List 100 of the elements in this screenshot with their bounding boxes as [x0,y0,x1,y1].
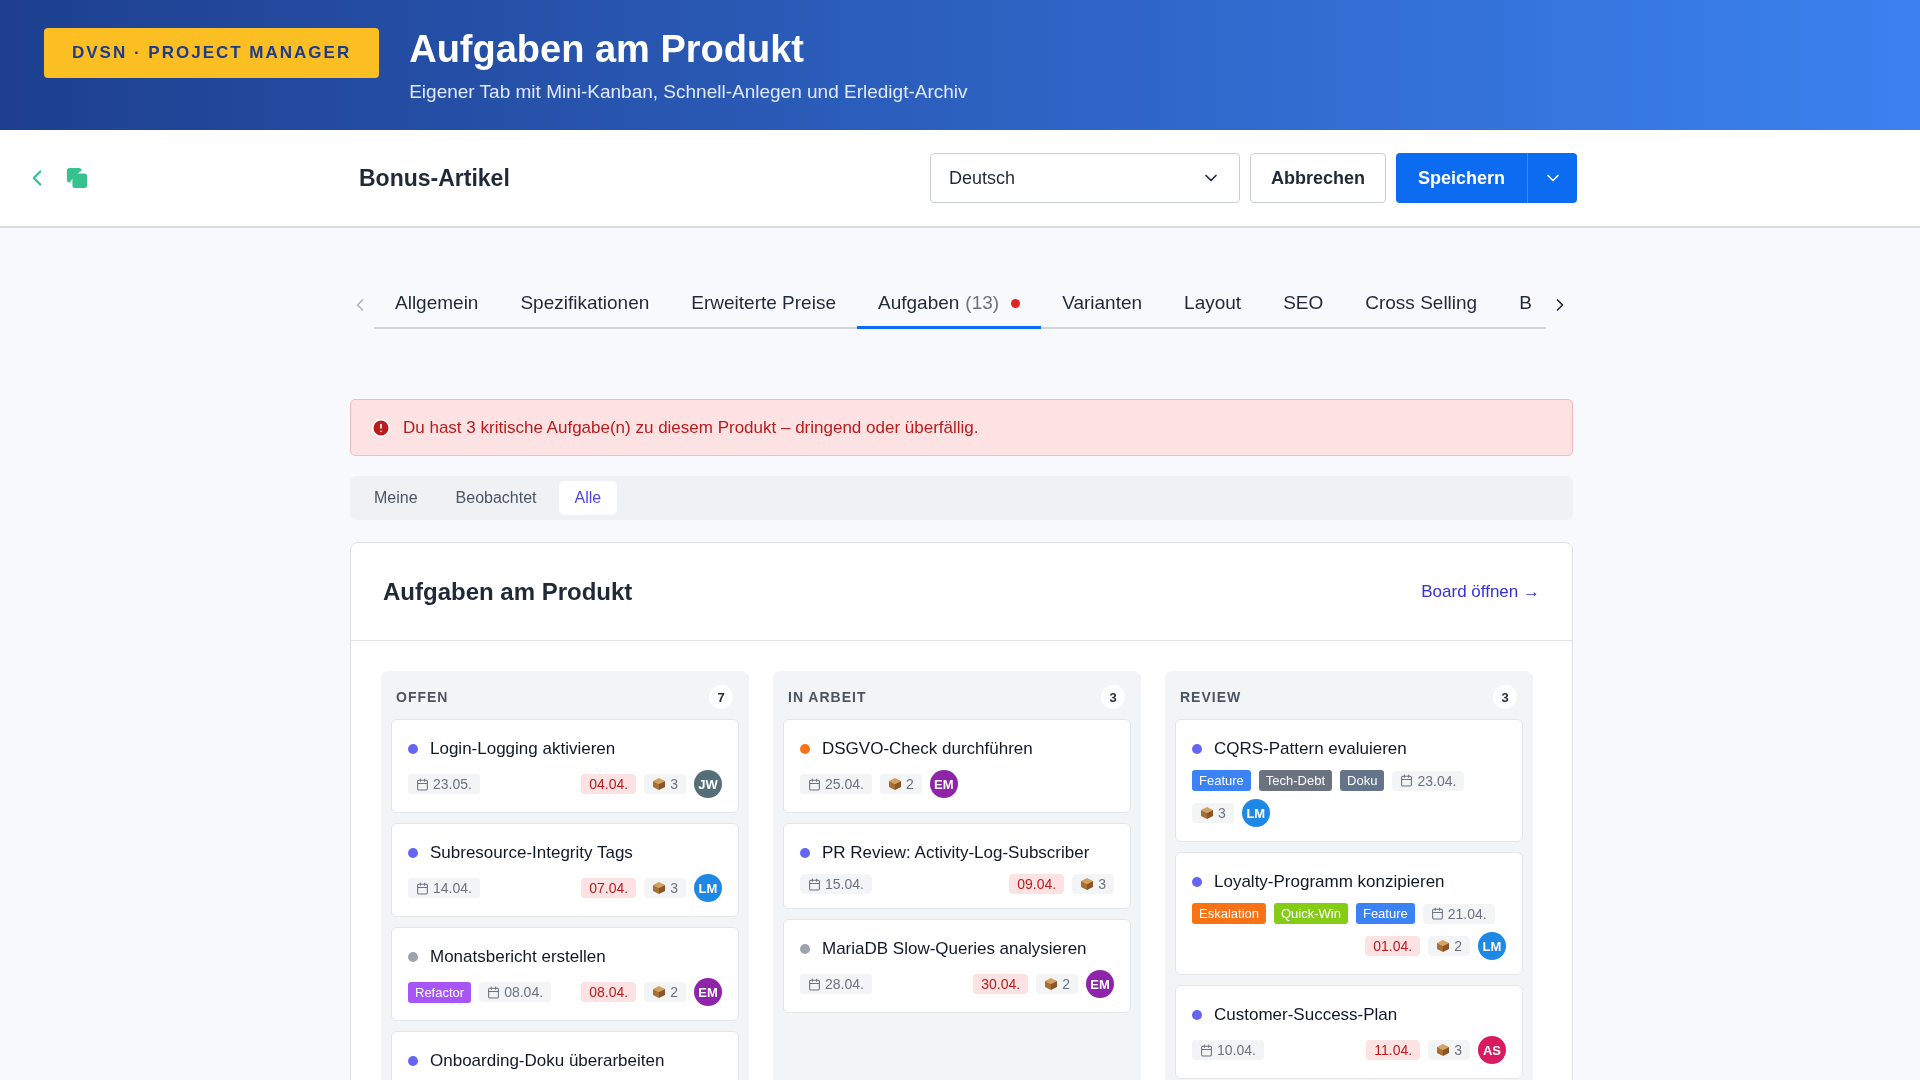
item-count: 3 [1192,803,1234,824]
task-tag: Feature [1355,903,1415,925]
date-chip: 15.04. [800,874,872,895]
assignee-avatar: JW [694,770,722,799]
column-count: 3 [1101,685,1125,709]
filter-tab[interactable]: Beobachtet [439,481,553,515]
task-title: MariaDB Slow-Queries analysieren [822,938,1087,961]
task-card[interactable]: Subresource-Integrity Tags 14.04. 07.04. 3 LM [391,823,739,918]
task-card[interactable]: Customer-Success-Plan 10.04. 11.04. 3 AS [1175,985,1523,1080]
task-title: Loyalty-Programm konzipieren [1214,871,1445,894]
column-title: OFFEN [396,689,449,705]
task-tag: Refactor [408,981,472,1003]
task-card[interactable]: DSGVO-Check durchführen 25.04. 2 EM [783,719,1131,814]
item-count: 3 [1072,874,1114,895]
date-chip: 21.04. [1422,903,1495,924]
date-chip: 08.04. [479,982,552,1003]
task-tag: Doku [1340,770,1385,792]
due-date: 08.04. [581,982,637,1003]
item-count: 2 [1036,974,1078,995]
calendar-icon [808,977,821,991]
task-title: Subresource-Integrity Tags [430,842,633,865]
save-menu-button[interactable] [1527,153,1578,203]
alert-text: Du hast 3 kritische Aufgabe(n) zu diesem Produkt – dringend oder überfällig. [403,417,979,438]
item-count: 3 [644,878,686,899]
task-tag: Quick-Win [1274,903,1348,925]
tab[interactable]: Aufgaben (13) [857,280,1042,329]
column-count: 7 [709,685,733,709]
tab[interactable]: Allgemein [374,280,500,329]
task-title: CQRS-Pattern evaluieren [1214,738,1407,760]
task-title: Login-Logging aktivieren [430,738,616,760]
calendar-icon [1200,1043,1213,1057]
due-date: 04.04. [581,774,637,795]
due-date: 30.04. [973,974,1029,995]
task-title: Customer-Success-Plan [1214,1004,1398,1027]
task-title: PR Review: Activity-Log-Subscriber [822,842,1090,865]
package-icon [887,777,902,792]
calendar-icon [487,985,501,999]
calendar-icon [416,881,429,895]
tab[interactable]: SEO [1262,280,1345,329]
task-title: Monatsbericht erstellen [430,946,606,969]
task-tag: Eskalation [1192,903,1266,925]
tab[interactable]: Varianten [1041,280,1164,329]
item-count: 2 [644,982,686,1003]
item-count: 2 [1428,936,1470,957]
date-chip: 25.04. [800,774,872,795]
language-select[interactable]: Deutsch [930,153,1240,203]
due-date: 09.04. [1009,874,1065,895]
page-subtitle: Eigener Tab mit Mini-Kanban, Schnell-Anlegen und Erledigt-Archiv [409,81,968,103]
board-link[interactable]: Board öffnen → [1421,581,1540,602]
due-date: 11.04. [1366,1040,1421,1061]
assignee-avatar: EM [929,770,958,799]
task-card[interactable]: CQRS-Pattern evaluieren Feature Tech-Debt Doku 23.04. 3 LM [1175,719,1523,843]
task-card[interactable]: Login-Logging aktivieren 23.05. 04.04. 3 JW [391,719,739,814]
tab[interactable]: B [1498,280,1553,329]
assignee-avatar: LM [694,874,722,903]
tab[interactable]: Erweiterte Preise [670,280,857,329]
task-card[interactable]: PR Review: Activity-Log-Subscriber 15.04. 09.04. 3 [783,823,1131,910]
package-icon [1080,877,1095,892]
tab[interactable]: Spezifikationen [499,280,671,329]
calendar-icon [808,877,821,891]
package-icon [652,881,667,896]
column-title: IN ARBEIT [788,689,867,705]
tab-count: (13) [965,292,1000,314]
assignee-avatar: EM [694,978,722,1007]
calendar-icon [416,777,429,791]
task-title: Onboarding-Doku überarbeiten [430,1050,665,1073]
task-card[interactable]: Loyalty-Programm konzipieren Eskalation Quick-Win Feature 21.04. 01.04. 2 LM [1175,852,1523,976]
filter-tab[interactable]: Meine [358,481,434,515]
cancel-button[interactable]: Abbrechen [1250,153,1387,203]
task-card[interactable]: Onboarding-Doku überarbeiten [391,1031,739,1080]
assignee-avatar: AS [1478,1036,1506,1065]
task-tag: Feature [1192,770,1251,792]
date-chip: 23.04. [1392,770,1465,791]
date-chip: 28.04. [800,974,872,995]
calendar-icon [808,777,821,791]
alert-icon [371,417,391,438]
package-icon [1436,939,1451,954]
calendar-icon [1430,907,1444,921]
package-icon [1200,806,1214,821]
tab[interactable]: Layout [1163,280,1263,329]
item-count: 3 [1428,1040,1470,1061]
item-count: 2 [879,774,922,795]
date-chip: 10.04. [1192,1040,1264,1061]
filter-tab[interactable]: Alle [558,481,618,515]
copy-icon[interactable] [66,167,88,189]
task-card[interactable]: MariaDB Slow-Queries analysieren 28.04. 30.04. 2 EM [783,919,1131,1014]
item-count: 3 [644,774,686,795]
page-title: Aufgaben am Produkt [409,28,805,71]
due-date: 01.04. [1365,936,1421,957]
date-chip: 14.04. [408,878,480,899]
calendar-icon [1400,774,1414,788]
task-card[interactable]: Monatsbericht erstellen Refactor 08.04. 08.04. 2 EM [391,927,739,1022]
assignee-avatar: LM [1241,799,1270,828]
task-title: DSGVO-Check durchführen [822,738,1033,760]
column-count: 3 [1493,685,1517,709]
date-chip: 23.05. [408,774,480,795]
save-button[interactable]: Speichern [1396,153,1528,203]
column-title: REVIEW [1180,689,1242,705]
package-icon [652,985,667,1000]
tab[interactable]: Cross Selling [1344,280,1499,329]
